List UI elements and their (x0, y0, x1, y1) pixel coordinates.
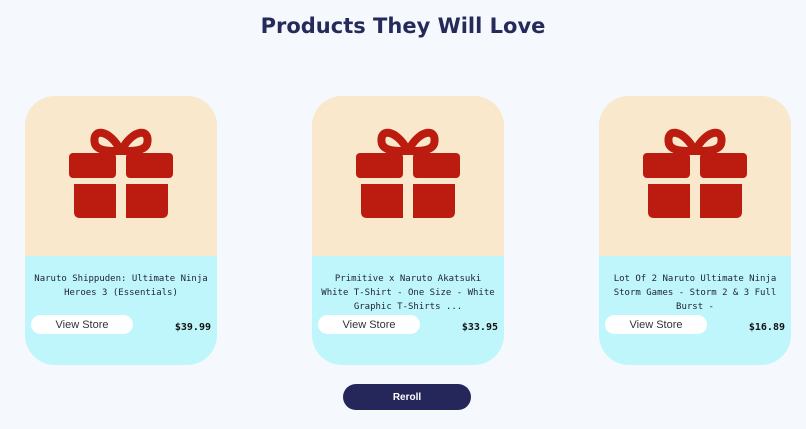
product-image-area (599, 96, 791, 256)
page-title: Products They Will Love (260, 14, 546, 38)
product-card: Lot Of 2 Naruto Ultimate Ninja Storm Gam… (599, 96, 791, 365)
view-store-button[interactable]: View Store (31, 315, 133, 334)
product-image-area (25, 96, 217, 256)
view-store-button[interactable]: View Store (605, 315, 707, 334)
product-price: $16.89 (748, 322, 785, 333)
product-price: $33.95 (461, 322, 498, 333)
product-card: Primitive x Naruto Akatsuki White T-Shir… (312, 96, 504, 365)
product-title: Lot Of 2 Naruto Ultimate Ninja Storm Gam… (613, 274, 777, 312)
product-title: Primitive x Naruto Akatsuki White T-Shir… (321, 274, 495, 312)
gift-icon (69, 128, 173, 218)
product-title: Naruto Shippuden: Ultimate Ninja Heroes … (34, 274, 208, 298)
product-price: $39.99 (174, 322, 211, 333)
view-store-button[interactable]: View Store (318, 315, 420, 334)
product-image-area (312, 96, 504, 256)
reroll-button[interactable]: Reroll (343, 384, 471, 410)
gift-icon (356, 128, 460, 218)
product-card: Naruto Shippuden: Ultimate Ninja Heroes … (25, 96, 217, 365)
gift-icon (643, 128, 747, 218)
